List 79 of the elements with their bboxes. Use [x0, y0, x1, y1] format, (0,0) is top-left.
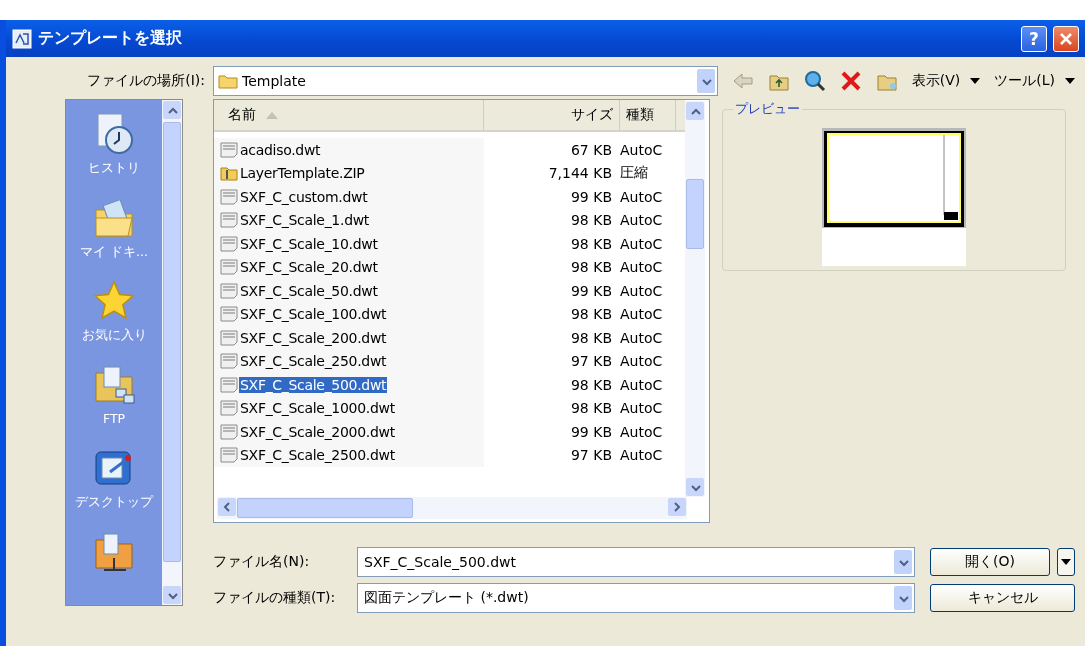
caret-icon — [1061, 559, 1071, 565]
scrollbar[interactable] — [685, 101, 705, 497]
menu-dropdown[interactable]: 表示(V) — [911, 72, 981, 90]
caret-icon — [1065, 78, 1076, 84]
sort-arrow-icon — [266, 111, 278, 119]
file-size: 98 KB — [569, 212, 613, 229]
filetype-label: ファイルの種類(T): — [213, 589, 337, 607]
folder-icon — [217, 73, 238, 89]
filename-field[interactable]: SXF_C_Scale_500.dwt — [357, 547, 915, 577]
file-type: AutoC — [620, 376, 664, 393]
file-type: AutoC — [620, 329, 664, 346]
file-size: 98 KB — [569, 376, 613, 393]
drawing-file-icon — [220, 423, 238, 440]
menu-dropdown[interactable]: ツール(L) — [994, 72, 1076, 90]
drawing-file-icon — [220, 400, 238, 417]
file-type: AutoC — [620, 188, 664, 205]
file-type: AutoC — [620, 353, 664, 370]
drawing-file-icon — [220, 282, 238, 299]
file-size: 98 KB — [569, 329, 613, 346]
drawing-file-icon — [220, 376, 238, 393]
file-size: 98 KB — [569, 400, 613, 417]
file-name[interactable]: SXF_C_Scale_500.dwt — [239, 376, 388, 393]
file-size: 99 KB — [569, 188, 613, 205]
window-title: テンプレートを選択 — [38, 28, 183, 49]
drawing-file-icon — [220, 447, 238, 464]
caret-icon — [970, 78, 981, 84]
file-size: 98 KB — [569, 306, 613, 323]
column-header[interactable]: 名前 — [214, 100, 484, 130]
back-arrow-icon[interactable] — [731, 72, 754, 90]
scrollbar-thumb[interactable] — [163, 122, 181, 562]
file-size: 99 KB — [569, 282, 613, 299]
app-icon — [12, 28, 32, 49]
drawing-file-icon — [220, 235, 238, 252]
cancel-button[interactable]: キャンセル — [930, 584, 1075, 612]
file-type: AutoC — [620, 423, 664, 440]
delete-icon[interactable] — [839, 70, 862, 92]
close-button[interactable] — [1053, 25, 1079, 52]
drawing-file-icon — [220, 329, 238, 346]
file-type: AutoC — [620, 212, 664, 229]
scrollbar-thumb[interactable] — [686, 179, 704, 249]
filename-label: ファイル名(N): — [213, 553, 311, 571]
drawing-file-icon — [220, 306, 238, 323]
search-icon[interactable] — [803, 70, 826, 92]
help-button[interactable]: ? — [1021, 25, 1047, 52]
file-size: 97 KB — [569, 353, 613, 370]
file-size: 99 KB — [569, 423, 613, 440]
filetype-dropdown[interactable]: 図面テンプレート (*.dwt) — [357, 583, 915, 613]
scrollbar[interactable] — [217, 497, 687, 519]
close-icon — [1059, 31, 1073, 46]
file-type: AutoC — [620, 447, 664, 464]
file-size: 98 KB — [569, 235, 613, 252]
column-header[interactable]: サイズ — [484, 100, 620, 130]
file-type: AutoC — [620, 141, 664, 158]
drawing-file-icon — [220, 188, 238, 205]
file-size: 7,144 KB — [547, 165, 613, 182]
open-options-button[interactable] — [1057, 548, 1075, 576]
drawing-file-icon — [220, 259, 238, 276]
file-type: AutoC — [620, 235, 664, 252]
drawing-file-icon — [220, 212, 238, 229]
open-button[interactable]: 開く(O) — [930, 548, 1050, 576]
file-size: 98 KB — [569, 259, 613, 276]
file-type: 圧縮 — [620, 164, 649, 183]
zip-folder-icon — [220, 165, 238, 182]
file-size: 67 KB — [569, 141, 613, 158]
location-label: ファイルの場所(I): — [86, 72, 205, 90]
column-header[interactable]: 種類 — [620, 100, 676, 130]
drawing-file-icon — [220, 141, 238, 158]
location-dropdown[interactable]: Template — [212, 66, 718, 96]
drawing-file-icon — [220, 353, 238, 370]
file-type: AutoC — [620, 400, 664, 417]
chevron-icon — [671, 501, 683, 513]
file-type: AutoC — [620, 259, 664, 276]
scrollbar[interactable] — [162, 100, 182, 605]
file-size: 97 KB — [569, 447, 613, 464]
scrollbar-thumb[interactable] — [237, 498, 413, 518]
chevron-icon — [221, 501, 233, 513]
preview-label: プレビュー — [733, 100, 802, 118]
file-type: AutoC — [620, 306, 664, 323]
file-type: AutoC — [620, 282, 664, 299]
